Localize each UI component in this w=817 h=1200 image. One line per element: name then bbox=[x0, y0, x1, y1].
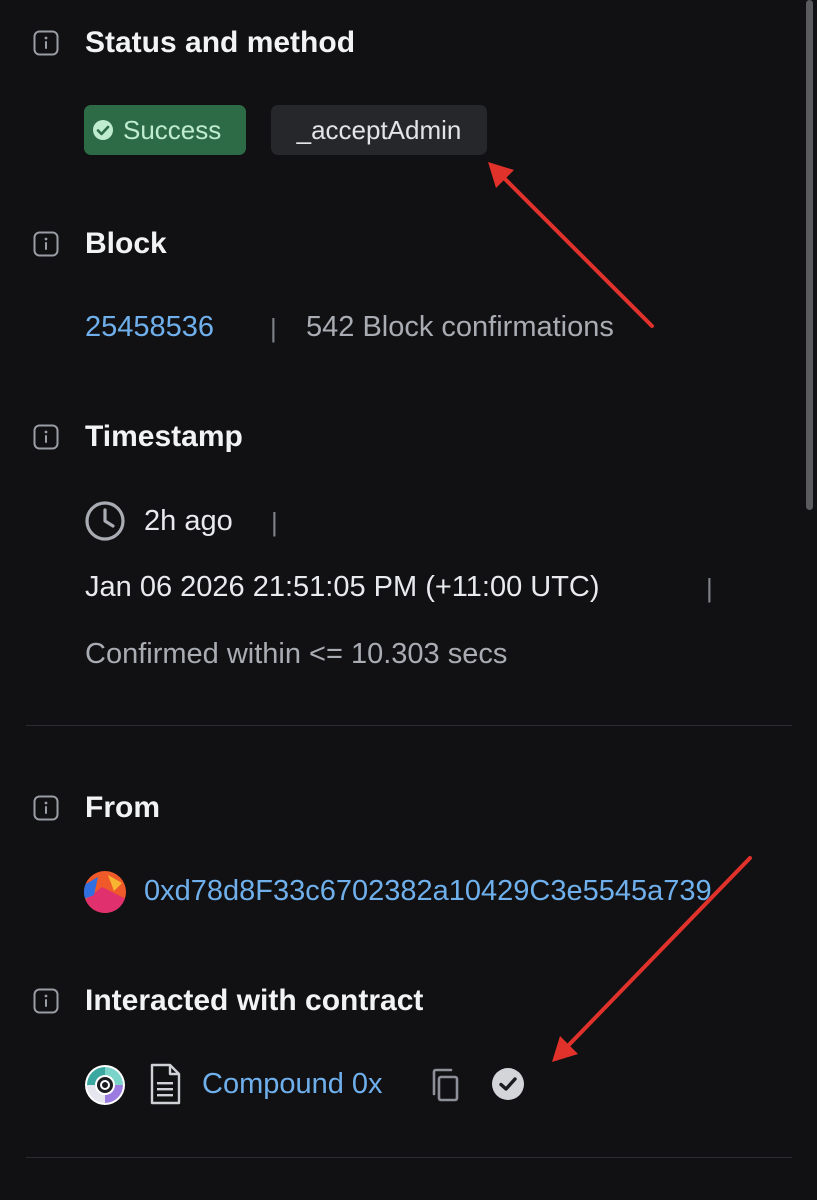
timestamp-datetime: Jan 06 2026 21:51:05 PM (+11:00 UTC) bbox=[85, 571, 600, 603]
transaction-details-page: Status and method Success _acceptAdmin B… bbox=[0, 0, 817, 1200]
info-icon[interactable] bbox=[33, 988, 59, 1014]
clock-icon bbox=[85, 501, 125, 541]
verified-check-icon bbox=[492, 1068, 524, 1100]
from-title: From bbox=[85, 791, 160, 824]
method-badge: _acceptAdmin bbox=[271, 105, 487, 155]
block-title: Block bbox=[85, 227, 167, 260]
status-badge: Success bbox=[84, 105, 246, 155]
status-label: Success bbox=[123, 114, 222, 145]
contract-title: Interacted with contract bbox=[85, 984, 424, 1017]
info-icon[interactable] bbox=[33, 424, 59, 450]
confirmation-time: Confirmed within <= 10.303 secs bbox=[85, 638, 508, 670]
copy-icon[interactable] bbox=[430, 1068, 460, 1102]
status-method-title: Status and method bbox=[85, 26, 356, 59]
timestamp-title: Timestamp bbox=[85, 420, 243, 453]
avatar bbox=[84, 871, 126, 913]
separator: | bbox=[706, 573, 713, 603]
check-circle-icon bbox=[93, 120, 113, 140]
info-icon[interactable] bbox=[33, 795, 59, 821]
separator: | bbox=[270, 313, 277, 343]
from-address-link[interactable]: 0xd78d8F33c6702382a10429C3e5545a739 bbox=[144, 877, 712, 906]
info-icon[interactable] bbox=[33, 231, 59, 257]
timestamp-relative: 2h ago bbox=[144, 505, 233, 537]
annotation-arrow-method bbox=[488, 162, 654, 328]
scrollbar[interactable] bbox=[806, 0, 813, 510]
section-divider bbox=[26, 1157, 792, 1158]
info-icon[interactable] bbox=[33, 30, 59, 56]
block-confirmations: 542 Block confirmations bbox=[306, 311, 614, 343]
separator: | bbox=[271, 507, 278, 537]
document-icon bbox=[150, 1063, 181, 1105]
contract-name-link[interactable]: Compound 0x bbox=[202, 1070, 383, 1099]
section-divider bbox=[26, 725, 792, 726]
block-number-link[interactable]: 25458536 bbox=[85, 313, 214, 342]
contract-logo-icon bbox=[85, 1065, 125, 1105]
